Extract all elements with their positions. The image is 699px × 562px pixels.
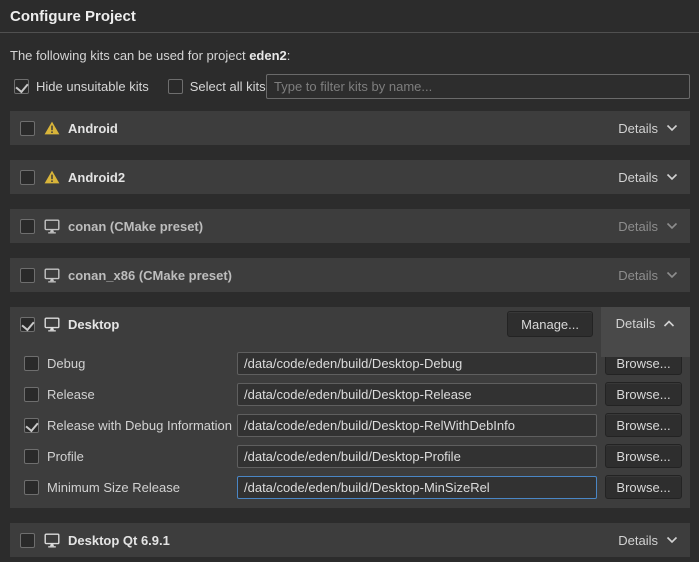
warning-icon xyxy=(44,121,60,135)
kit-row-desktop: Desktop Manage... Details Debug Browse..… xyxy=(10,307,690,508)
build-config-row-minsizerel: Minimum Size Release Browse... xyxy=(24,475,682,499)
kit-name: conan (CMake preset) xyxy=(68,219,203,234)
intro-text: The following kits can be used for proje… xyxy=(0,33,699,63)
kit-row-conan-x86: conan_x86 (CMake preset) Details xyxy=(10,258,690,292)
filter-bar: Hide unsuitable kits Select all kits xyxy=(0,63,699,99)
kit-header[interactable]: Android2 Details xyxy=(10,160,690,194)
kit-checkbox[interactable] xyxy=(20,121,35,136)
kit-header[interactable]: Android Details xyxy=(10,111,690,145)
build-dir-input[interactable] xyxy=(237,476,597,499)
build-config-checkbox-group[interactable]: Debug xyxy=(24,356,237,371)
chevron-up-icon xyxy=(663,320,675,328)
desktop-icon xyxy=(44,268,60,283)
build-config-checkbox-group[interactable]: Release xyxy=(24,387,237,402)
kit-row-desktop-qt-691: Desktop Qt 6.9.1 Details xyxy=(10,523,690,557)
kit-header[interactable]: Desktop Manage... Details xyxy=(10,307,690,341)
kit-header[interactable]: conan_x86 (CMake preset) Details xyxy=(10,258,690,292)
build-config-checkbox[interactable] xyxy=(24,480,39,495)
details-label: Details xyxy=(618,268,658,283)
kit-checkbox[interactable] xyxy=(20,170,35,185)
details-toggle[interactable]: Details xyxy=(618,219,678,234)
kit-list: Android Details Android2 Details xyxy=(0,99,699,557)
project-name: eden2 xyxy=(249,48,287,63)
build-config-label: Debug xyxy=(47,356,85,371)
build-dir-input[interactable] xyxy=(237,445,597,468)
select-all-kits-checkbox-group[interactable]: Select all kits xyxy=(168,79,266,94)
kit-row-conan: conan (CMake preset) Details xyxy=(10,209,690,243)
build-config-row-profile: Profile Browse... xyxy=(24,444,682,468)
kit-checkbox[interactable] xyxy=(20,533,35,548)
chevron-down-icon xyxy=(666,271,678,279)
details-label: Details xyxy=(618,219,658,234)
build-config-row-release: Release Browse... xyxy=(24,382,682,406)
browse-button[interactable]: Browse... xyxy=(605,413,682,437)
details-toggle[interactable]: Details xyxy=(618,268,678,283)
manage-kits-button[interactable]: Manage... xyxy=(507,311,593,337)
build-config-checkbox[interactable] xyxy=(24,449,39,464)
kit-checkbox[interactable] xyxy=(20,268,35,283)
desktop-icon xyxy=(44,317,60,332)
details-label: Details xyxy=(616,316,656,331)
select-all-checkbox[interactable] xyxy=(168,79,183,94)
hide-unsuitable-kits-checkbox-group[interactable]: Hide unsuitable kits xyxy=(14,79,149,94)
page-header: Configure Project xyxy=(0,0,699,33)
desktop-build-config-list: Debug Browse... Release Browse... Releas… xyxy=(10,341,690,499)
kit-name: Desktop xyxy=(68,317,119,332)
details-toggle-active-block[interactable]: Details xyxy=(601,307,690,357)
hide-unsuitable-checkbox[interactable] xyxy=(14,79,29,94)
intro-before: The following kits can be used for proje… xyxy=(10,48,249,63)
details-toggle[interactable]: Details xyxy=(616,316,676,331)
chevron-down-icon xyxy=(666,222,678,230)
build-config-checkbox[interactable] xyxy=(24,418,39,433)
build-config-checkbox[interactable] xyxy=(24,387,39,402)
details-toggle[interactable]: Details xyxy=(618,121,678,136)
details-toggle[interactable]: Details xyxy=(618,533,678,548)
build-config-checkbox[interactable] xyxy=(24,356,39,371)
kit-row-android: Android Details xyxy=(10,111,690,145)
kit-name: Android xyxy=(68,121,118,136)
kit-name: Android2 xyxy=(68,170,125,185)
browse-button[interactable]: Browse... xyxy=(605,444,682,468)
browse-button[interactable]: Browse... xyxy=(605,382,682,406)
build-config-checkbox-group[interactable]: Release with Debug Information xyxy=(24,418,237,433)
build-config-label: Release with Debug Information xyxy=(47,418,232,433)
build-dir-input[interactable] xyxy=(237,352,597,375)
build-dir-input[interactable] xyxy=(237,414,597,437)
browse-button[interactable]: Browse... xyxy=(605,475,682,499)
kit-row-android2: Android2 Details xyxy=(10,160,690,194)
build-config-row-debug: Debug Browse... xyxy=(24,351,682,375)
build-config-label: Release xyxy=(47,387,95,402)
chevron-down-icon xyxy=(666,536,678,544)
kit-checkbox[interactable] xyxy=(20,219,35,234)
kit-name: conan_x86 (CMake preset) xyxy=(68,268,232,283)
desktop-icon xyxy=(44,219,60,234)
build-config-row-relwithdebinfo: Release with Debug Information Browse... xyxy=(24,413,682,437)
details-label: Details xyxy=(618,121,658,136)
hide-unsuitable-label: Hide unsuitable kits xyxy=(36,79,149,94)
kit-header[interactable]: Desktop Qt 6.9.1 Details xyxy=(10,523,690,557)
select-all-label: Select all kits xyxy=(190,79,266,94)
chevron-down-icon xyxy=(666,124,678,132)
intro-after: : xyxy=(287,48,291,63)
details-label: Details xyxy=(618,170,658,185)
details-label: Details xyxy=(618,533,658,548)
build-dir-input[interactable] xyxy=(237,383,597,406)
kit-name: Desktop Qt 6.9.1 xyxy=(68,533,170,548)
kit-filter-input[interactable] xyxy=(266,74,690,99)
warning-icon xyxy=(44,170,60,184)
build-config-checkbox-group[interactable]: Profile xyxy=(24,449,237,464)
build-config-label: Minimum Size Release xyxy=(47,480,180,495)
chevron-down-icon xyxy=(666,173,678,181)
details-toggle[interactable]: Details xyxy=(618,170,678,185)
page-title: Configure Project xyxy=(10,8,689,25)
build-config-label: Profile xyxy=(47,449,84,464)
build-config-checkbox-group[interactable]: Minimum Size Release xyxy=(24,480,237,495)
kit-header[interactable]: conan (CMake preset) Details xyxy=(10,209,690,243)
kit-checkbox[interactable] xyxy=(20,317,35,332)
desktop-icon xyxy=(44,533,60,548)
